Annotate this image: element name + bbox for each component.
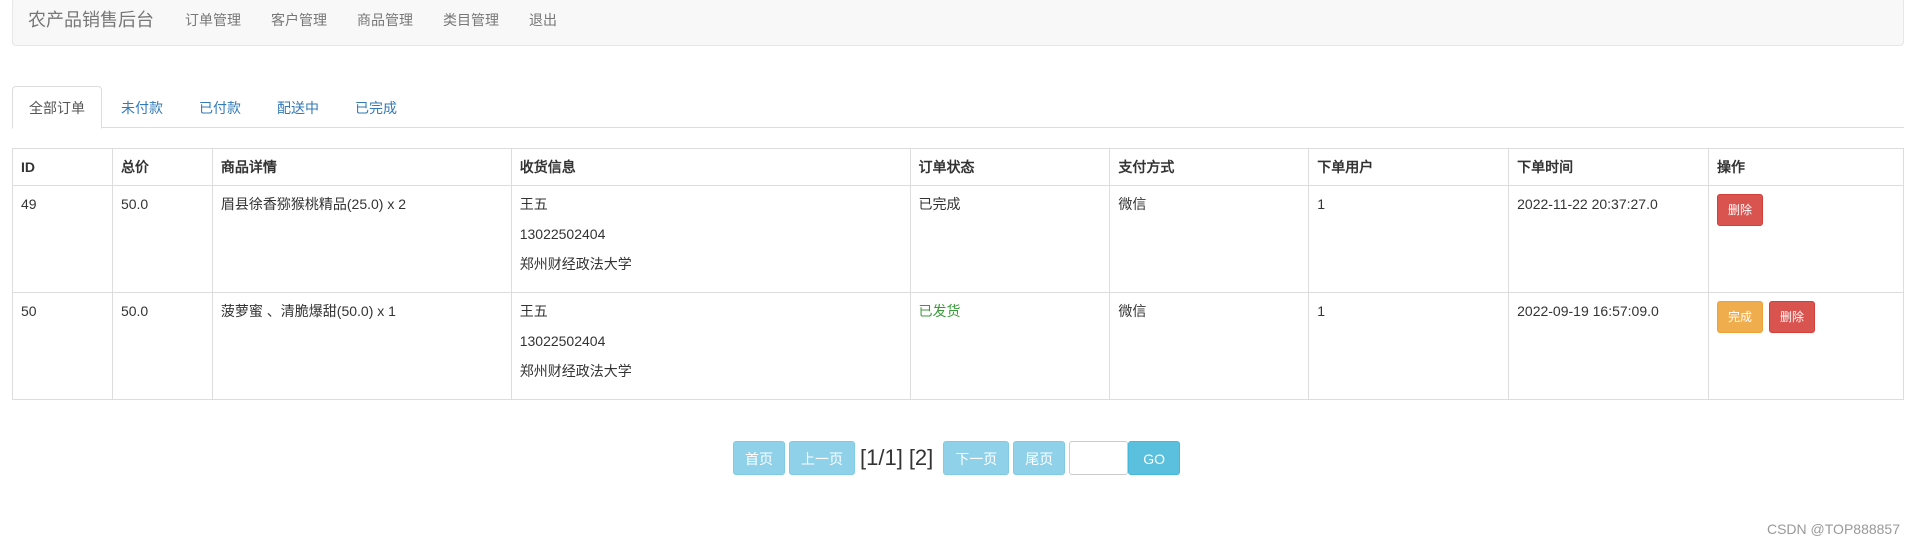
header-status: 订单状态 — [909, 148, 1111, 186]
tab-delivering[interactable]: 配送中 — [260, 86, 336, 128]
orders-table: ID 总价 商品详情 收货信息 订单状态 支付方式 下单用户 下单时间 操作 4… — [12, 148, 1904, 400]
receiver-name: 王五 — [519, 196, 548, 212]
table-row: 50 50.0 菠萝蜜 、清脆爆甜(50.0) x 1 王五 130225024… — [12, 292, 1904, 400]
brand-title[interactable]: 农产品销售后台 — [28, 9, 154, 31]
prev-page-button[interactable]: 上一页 — [789, 441, 855, 475]
cell-items: 菠萝蜜 、清脆爆甜(50.0) x 1 — [211, 292, 512, 400]
go-button[interactable]: GO — [1128, 441, 1181, 475]
tab-unpaid[interactable]: 未付款 — [104, 86, 180, 128]
table-row: 49 50.0 眉县徐香猕猴桃精品(25.0) x 2 王五 130225024… — [12, 185, 1904, 293]
cell-payment: 微信 — [1109, 292, 1310, 400]
pagination: 首页 上一页 [1/1] [2] 下一页 尾页 GO — [733, 440, 1181, 476]
receiver-address: 郑州财经政法大学 — [519, 363, 632, 379]
complete-button[interactable]: 完成 — [1717, 301, 1764, 333]
receiver-address: 郑州财经政法大学 — [519, 256, 632, 272]
cell-receiver: 王五 13022502404 郑州财经政法大学 — [510, 185, 911, 293]
cell-payment: 微信 — [1109, 185, 1310, 293]
cell-user: 1 — [1308, 185, 1510, 293]
nav-link-customers[interactable]: 客户管理 — [271, 0, 327, 47]
next-page-button[interactable]: 下一页 — [943, 441, 1010, 475]
nav-link-orders[interactable]: 订单管理 — [185, 0, 241, 47]
first-page-button[interactable]: 首页 — [733, 441, 785, 475]
delete-button[interactable]: 删除 — [1768, 301, 1815, 333]
cell-items: 眉县徐香猕猴桃精品(25.0) x 2 — [211, 185, 512, 293]
delete-button[interactable]: 删除 — [1717, 194, 1764, 226]
table-header-row: ID 总价 商品详情 收货信息 订单状态 支付方式 下单用户 下单时间 操作 — [12, 148, 1904, 186]
nav-links: 订单管理 客户管理 商品管理 类目管理 退出 — [185, 0, 587, 47]
header-actions: 操作 — [1708, 148, 1904, 186]
cell-actions: 删除 — [1708, 185, 1904, 293]
cell-actions: 完成 删除 — [1708, 292, 1904, 400]
last-page-button[interactable]: 尾页 — [1013, 441, 1066, 475]
order-status-tabs: 全部订单 未付款 已付款 配送中 已完成 — [12, 86, 1904, 129]
cell-user: 1 — [1308, 292, 1510, 400]
receiver-name: 王五 — [519, 303, 548, 319]
cell-status: 已完成 — [909, 185, 1111, 293]
page-number-link[interactable]: [2] — [909, 445, 933, 470]
watermark: CSDN @TOP888857 — [1766, 521, 1900, 537]
header-receiver: 收货信息 — [510, 148, 911, 186]
cell-time: 2022-09-19 16:57:09.0 — [1508, 292, 1710, 400]
nav-link-products[interactable]: 商品管理 — [357, 0, 413, 47]
receiver-phone: 13022502404 — [519, 333, 606, 349]
cell-total: 50.0 — [111, 185, 213, 293]
tab-paid[interactable]: 已付款 — [182, 86, 258, 128]
tab-completed[interactable]: 已完成 — [338, 86, 414, 128]
header-payment: 支付方式 — [1109, 148, 1310, 186]
page-number-input[interactable] — [1069, 441, 1129, 475]
cell-receiver: 王五 13022502404 郑州财经政法大学 — [510, 292, 911, 400]
header-id: ID — [12, 148, 113, 186]
receiver-phone: 13022502404 — [519, 226, 606, 242]
cell-id: 50 — [12, 292, 113, 400]
cell-id: 49 — [12, 185, 113, 293]
header-total: 总价 — [111, 148, 213, 186]
header-user: 下单用户 — [1308, 148, 1510, 186]
page-indicator: [1/1] [2] — [860, 441, 939, 475]
nav-link-categories[interactable]: 类目管理 — [443, 0, 499, 47]
tab-all-orders[interactable]: 全部订单 — [12, 86, 102, 129]
cell-total: 50.0 — [111, 292, 213, 400]
header-items: 商品详情 — [211, 148, 512, 186]
cell-time: 2022-11-22 20:37:27.0 — [1508, 185, 1710, 293]
cell-status: 已发货 — [909, 292, 1111, 400]
current-page-text: [1/1] — [860, 445, 903, 470]
header-time: 下单时间 — [1508, 148, 1710, 186]
top-navbar: 农产品销售后台 订单管理 客户管理 商品管理 类目管理 退出 — [12, 0, 1904, 46]
nav-link-logout[interactable]: 退出 — [529, 0, 557, 47]
